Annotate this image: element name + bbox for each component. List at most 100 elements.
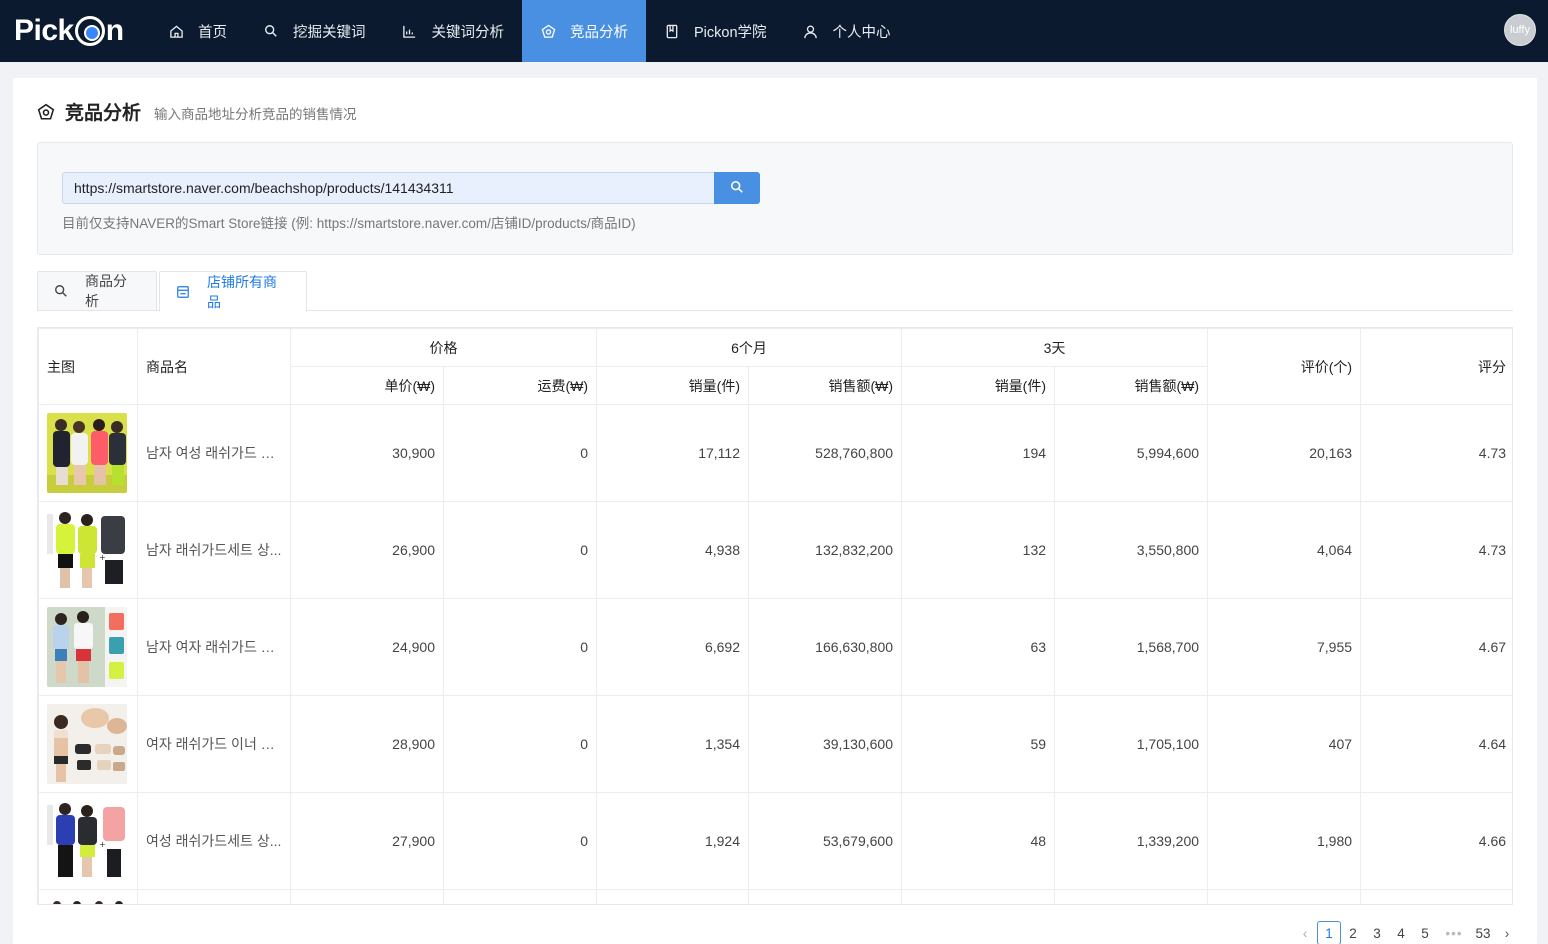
review-count: 407 [1207, 695, 1362, 793]
nav-label: 挖掘关键词 [293, 24, 366, 41]
table-row[interactable]: 여자 래쉬가드 이너 세... 28,900 0 1,354 39,130,60… [38, 695, 1512, 793]
review-count: 7,955 [1207, 598, 1362, 696]
main-menu: 首页 挖掘关键词 关键词分析 竞品分析 Pickon学院 个人中心 [150, 0, 909, 62]
shipping-fee: 0 [443, 695, 597, 793]
rating: 4.67 [1360, 598, 1512, 696]
search-icon [54, 284, 68, 298]
product-image-cell [38, 695, 138, 793]
products-table: 主图 商品名 价格 6个月 3天 评价(个) 评分 单价(₩) 运费(₩) 销量… [38, 328, 1512, 905]
rating: 4.64 [1360, 695, 1512, 793]
table-row[interactable]: 남자 여자 래쉬가드 팬... 24,900 0 6,692 166,630,8… [38, 598, 1512, 696]
nav-item-user-center[interactable]: 个人中心 [785, 0, 909, 62]
table-row[interactable]: + 남자 래쉬가드세트 상... 26,900 0 4,938 132,832,… [38, 501, 1512, 599]
product-image-cell: + [38, 501, 138, 599]
nav-item-competitor-analysis[interactable]: 竞品分析 [522, 0, 646, 62]
nav-item-keyword-analysis[interactable]: 关键词分析 [384, 0, 523, 62]
pagination: ‹ 1 2 3 4 5 ••• 53 › [1293, 921, 1519, 944]
product-name[interactable]: 남자 래쉬가드세트 상... [137, 501, 291, 599]
svg-text:+: + [99, 840, 106, 849]
product-name[interactable]: 남자 여자 래쉬가드 팬... [137, 598, 291, 696]
page-number[interactable]: 3 [1365, 921, 1389, 944]
rating: 4.73 [1360, 501, 1512, 599]
table-row[interactable] [38, 889, 1512, 905]
next-page-icon[interactable]: › [1495, 921, 1519, 944]
logo-text-left: Pick [14, 14, 74, 47]
col-header-three-day-qty[interactable]: 销量(件) [901, 366, 1056, 405]
page-number[interactable]: 5 [1413, 921, 1437, 944]
home-icon [168, 23, 184, 39]
three-day-qty: 194 [901, 404, 1056, 502]
search-icon [263, 23, 279, 39]
prev-page-icon[interactable]: ‹ [1293, 921, 1317, 944]
page-ellipsis[interactable]: ••• [1437, 921, 1471, 944]
product-image-cell [38, 598, 138, 696]
col-header-image: 主图 [38, 328, 138, 405]
product-thumbnail[interactable] [47, 896, 127, 905]
page-number-last[interactable]: 53 [1471, 921, 1495, 944]
nav-label: 首页 [198, 24, 227, 41]
col-header-reviews[interactable]: 评价(个) [1207, 328, 1362, 405]
product-thumbnail[interactable] [47, 607, 127, 687]
col-header-shipping[interactable]: 运费(₩) [443, 366, 597, 405]
pickon-logo[interactable]: Pick n [14, 14, 124, 48]
nav-label: 个人中心 [832, 24, 891, 41]
nav-label: 竞品分析 [570, 24, 628, 41]
search-panel: 目前仅支持NAVER的Smart Store链接 (例: https://sma… [37, 142, 1513, 255]
rating: 4.73 [1360, 404, 1512, 502]
unit-price: 24,900 [290, 598, 444, 696]
book-icon [664, 23, 680, 39]
table-row[interactable]: 남자 여성 래쉬가드 루... 30,900 0 17,112 528,760,… [38, 404, 1512, 502]
three-day-amount: 5,994,600 [1054, 404, 1209, 502]
three-day-amount: 3,550,800 [1054, 501, 1209, 599]
user-avatar[interactable]: luffy [1504, 14, 1536, 46]
review-count: 1,980 [1207, 792, 1362, 890]
review-count: 20,163 [1207, 404, 1362, 502]
nav-item-home[interactable]: 首页 [150, 0, 245, 62]
shipping-fee: 0 [443, 501, 597, 599]
col-header-three-day-amount[interactable]: 销售额(₩) [1054, 366, 1209, 405]
six-month-qty: 4,938 [596, 501, 749, 599]
three-day-qty: 63 [901, 598, 1056, 696]
page-number[interactable]: 1 [1317, 921, 1341, 944]
col-header-six-month-qty[interactable]: 销量(件) [596, 366, 749, 405]
six-month-qty: 1,924 [596, 792, 749, 890]
product-name[interactable]: 여자 래쉬가드 이너 세... [137, 695, 291, 793]
product-thumbnail[interactable]: + [47, 510, 127, 590]
three-day-qty: 59 [901, 695, 1056, 793]
products-table-wrapper[interactable]: 主图 商品名 价格 6个月 3天 评价(个) 评分 单价(₩) 运费(₩) 销量… [37, 327, 1513, 905]
tab-product-analysis[interactable]: 商品分析 [37, 271, 157, 311]
user-icon [803, 23, 819, 39]
table-row[interactable]: + 여성 래쉬가드세트 상... 27,900 0 1,924 53,679,6… [38, 792, 1512, 890]
store-icon [176, 285, 190, 299]
product-url-input[interactable] [62, 172, 714, 204]
logo-ring-icon [74, 16, 105, 46]
six-month-qty: 1,354 [596, 695, 749, 793]
page-title: 竞品分析 [65, 103, 142, 124]
gem-icon [540, 23, 556, 39]
page-number[interactable]: 2 [1341, 921, 1365, 944]
unit-price: 30,900 [290, 404, 444, 502]
product-image-cell [38, 889, 138, 905]
tab-store-all-products[interactable]: 店铺所有商品 [159, 271, 307, 312]
nav-label: Pickon学院 [694, 24, 767, 41]
search-button[interactable] [714, 172, 760, 204]
url-hint: 目前仅支持NAVER的Smart Store链接 (例: https://sma… [62, 216, 636, 231]
product-thumbnail[interactable]: + [47, 801, 127, 881]
top-navbar: Pick n 首页 挖掘关键词 关键词分析 竞品分析 Pickon学院 个人中心 … [0, 0, 1548, 62]
nav-item-mine-keywords[interactable]: 挖掘关键词 [245, 0, 384, 62]
nav-label: 关键词分析 [431, 24, 505, 41]
product-image-cell: + [38, 792, 138, 890]
unit-price: 26,900 [290, 501, 444, 599]
col-header-rating[interactable]: 评分 [1360, 328, 1512, 405]
col-header-six-month-amount[interactable]: 销售额(₩) [747, 366, 903, 405]
product-thumbnail[interactable] [47, 413, 127, 493]
shipping-fee: 0 [443, 792, 597, 890]
nav-item-pickon-academy[interactable]: Pickon学院 [646, 0, 785, 62]
product-name[interactable]: 남자 여성 래쉬가드 루... [137, 404, 291, 502]
page-number[interactable]: 4 [1389, 921, 1413, 944]
six-month-amount: 53,679,600 [747, 792, 903, 890]
product-name[interactable]: 여성 래쉬가드세트 상... [137, 792, 291, 890]
col-header-unit-price[interactable]: 单价(₩) [290, 366, 444, 405]
tab-label: 店铺所有商品 [207, 273, 277, 310]
product-thumbnail[interactable] [47, 704, 127, 784]
